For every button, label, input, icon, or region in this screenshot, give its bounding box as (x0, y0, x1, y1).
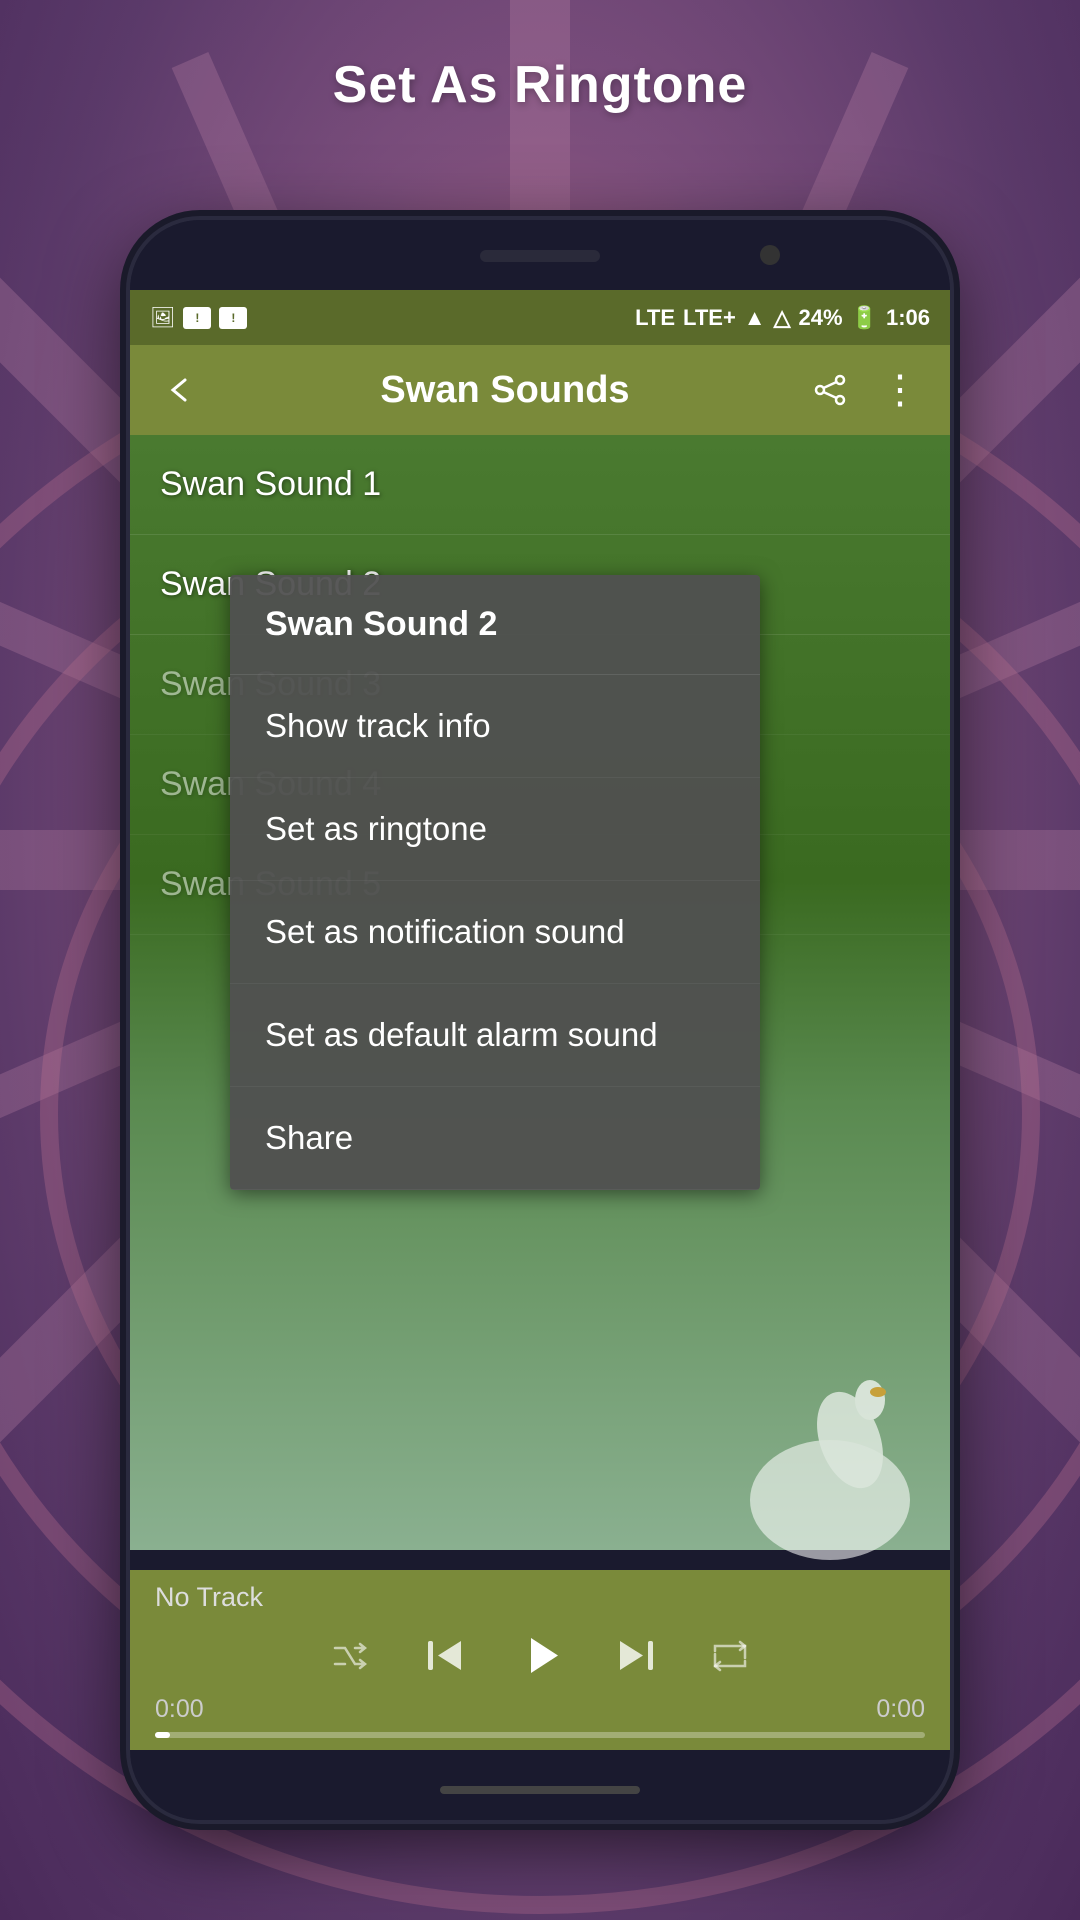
notification-icon-3: ! (219, 307, 247, 329)
player-controls (130, 1618, 950, 1693)
prev-button[interactable] (418, 1628, 473, 1683)
notification-icon-1: 🖼 (150, 305, 175, 330)
player-bar: No Track (130, 1570, 950, 1750)
player-time-row: 0:00 0:00 (130, 1693, 950, 1732)
context-menu-share[interactable]: Share (230, 1087, 760, 1190)
next-button[interactable] (608, 1628, 663, 1683)
context-menu-set-alarm[interactable]: Set as default alarm sound (230, 984, 760, 1087)
battery-icon: 🔋 (851, 305, 878, 331)
context-menu: Swan Sound 2 Show track info Set as ring… (230, 575, 760, 1190)
play-button[interactable] (513, 1628, 568, 1683)
share-button[interactable] (805, 365, 855, 415)
toolbar-title: Swan Sounds (225, 369, 785, 412)
back-button[interactable] (155, 365, 205, 415)
home-indicator (440, 1786, 640, 1794)
signal-icon-2: △ (774, 305, 791, 331)
player-progress-bar[interactable] (155, 1732, 925, 1738)
context-menu-set-notification[interactable]: Set as notification sound (230, 881, 760, 984)
status-bar: 🖼 ! ! LTE LTE+ ▲ △ 24% 🔋 1:06 (130, 290, 950, 345)
signal-icon: ▲ (744, 305, 766, 331)
notification-icon-2: ! (183, 307, 211, 329)
song-item-1[interactable]: Swan Sound 1 (130, 435, 950, 535)
battery-percent: 24% (799, 305, 843, 331)
time-display: 1:06 (886, 305, 930, 331)
status-left-icons: 🖼 ! ! (150, 305, 247, 330)
page-title: Set As Ringtone (0, 55, 1080, 115)
phone-mockup: 🖼 ! ! LTE LTE+ ▲ △ 24% 🔋 1:06 Swan Sound… (130, 220, 950, 1820)
time-end: 0:00 (876, 1695, 925, 1724)
context-menu-set-ringtone[interactable]: Set as ringtone (230, 778, 760, 881)
content-area: Swan Sound 1 Swan Sound 2 Swan Sound 3 S… (130, 435, 950, 1750)
context-menu-title: Swan Sound 2 (230, 575, 760, 675)
shuffle-button[interactable] (323, 1628, 378, 1683)
lte-label: LTE (635, 305, 675, 331)
phone-speaker (480, 250, 600, 262)
more-options-button[interactable]: ⋮ (875, 365, 925, 415)
status-right-info: LTE LTE+ ▲ △ 24% 🔋 1:06 (635, 305, 930, 331)
swan-silhouette (730, 1300, 930, 1600)
phone-top-area (130, 220, 950, 290)
time-start: 0:00 (155, 1695, 204, 1724)
player-progress-fill (155, 1732, 170, 1738)
lte2-label: LTE+ (683, 305, 736, 331)
phone-camera (760, 245, 780, 265)
phone-bottom-bar (130, 1760, 950, 1820)
toolbar: Swan Sounds ⋮ (130, 345, 950, 435)
player-track-name: No Track (130, 1570, 950, 1618)
context-menu-show-track[interactable]: Show track info (230, 675, 760, 778)
repeat-button[interactable] (703, 1628, 758, 1683)
